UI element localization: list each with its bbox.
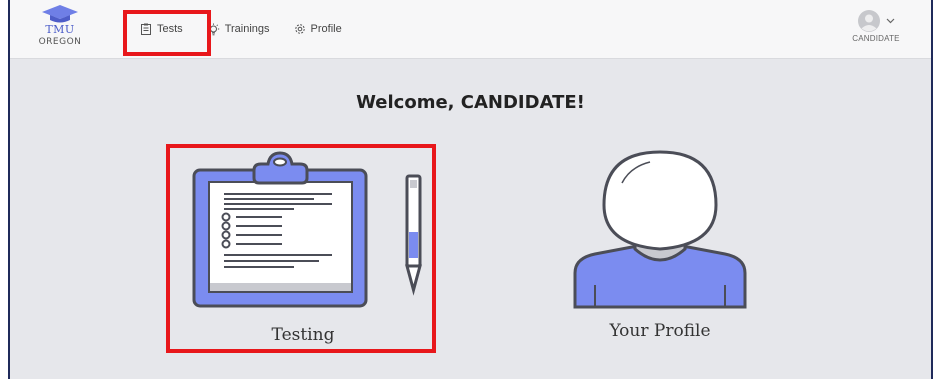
tests-highlight-box (123, 10, 211, 56)
profile-card[interactable]: Your Profile (550, 145, 770, 345)
gear-icon (294, 24, 305, 34)
brand-name: TMU (45, 23, 75, 36)
avatar-icon (857, 10, 880, 32)
welcome-heading: Welcome, CANDIDATE! (356, 92, 585, 113)
testing-highlight-box (166, 144, 436, 353)
user-menu[interactable]: CANDIDATE (841, 10, 911, 43)
nav-profile[interactable]: Profile (282, 13, 354, 45)
brand-location: OREGON (38, 37, 82, 47)
nav-trainings-label: Trainings (224, 23, 270, 35)
chevron-down-icon (886, 18, 894, 24)
brand-logo[interactable]: TMU OREGON (30, 4, 90, 56)
user-name: CANDIDATE (852, 34, 900, 43)
profile-card-label: Your Profile (609, 321, 711, 341)
app-frame: TMU OREGON Tests Trainings Profile CANDI… (8, 0, 933, 379)
person-silhouette-illustration (573, 150, 747, 309)
nav-profile-label: Profile (310, 23, 342, 35)
graduation-cap-icon (42, 5, 78, 23)
